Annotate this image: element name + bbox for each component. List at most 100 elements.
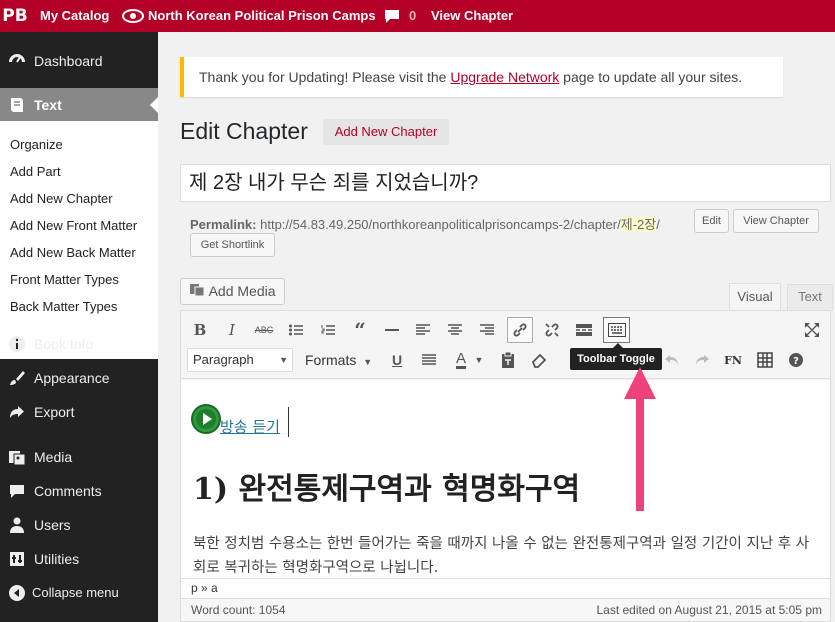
- comments-icon: [8, 474, 26, 508]
- formats-menu[interactable]: Formats ▼: [305, 348, 372, 372]
- insert-link-icon[interactable]: [507, 317, 533, 343]
- menu-export[interactable]: Export: [0, 395, 158, 429]
- submenu-add-part[interactable]: Add Part: [10, 164, 61, 179]
- add-media-label: Add Media: [208, 283, 276, 299]
- chapter-title-input[interactable]: 제 2장 내가 무슨 죄를 지었습니까?: [180, 164, 831, 202]
- align-right-icon[interactable]: [475, 318, 499, 342]
- tab-text[interactable]: Text: [787, 284, 833, 310]
- help-icon[interactable]: ?: [784, 348, 808, 372]
- text-cursor: [288, 407, 289, 437]
- content-heading: 1) 완전통제구역과 혁명화구역: [193, 472, 581, 507]
- text-color-dropdown-icon[interactable]: ▼: [472, 348, 486, 372]
- toolbar-divider: [181, 378, 830, 379]
- eye-icon: [122, 0, 144, 32]
- align-left-icon[interactable]: [411, 318, 435, 342]
- submenu-front-matter-types[interactable]: Front Matter Types: [10, 272, 119, 287]
- fullscreen-icon[interactable]: [800, 318, 824, 342]
- menu-utilities-label: Utilities: [34, 551, 80, 567]
- add-new-chapter-button[interactable]: Add New Chapter: [323, 119, 449, 145]
- page-title: Edit Chapter: [180, 118, 308, 144]
- users-icon: [8, 508, 26, 542]
- strikethrough-icon[interactable]: ABC: [252, 318, 276, 342]
- eraser-icon[interactable]: [527, 348, 551, 372]
- horizontal-line-icon[interactable]: [380, 318, 404, 342]
- paste-as-text-icon[interactable]: [496, 348, 520, 372]
- paragraph-format-select[interactable]: Paragraph ▼: [187, 348, 293, 372]
- menu-users-label: Users: [34, 517, 71, 533]
- read-more-icon[interactable]: [572, 318, 596, 342]
- footnote-icon[interactable]: FN: [721, 348, 745, 372]
- italic-icon[interactable]: I: [220, 318, 244, 342]
- bullet-list-icon[interactable]: [284, 318, 308, 342]
- undo-icon[interactable]: [660, 348, 684, 372]
- permalink-edit-button[interactable]: Edit: [694, 209, 729, 233]
- listen-broadcast-link[interactable]: 방송 듣기: [220, 416, 280, 437]
- play-audio-icon[interactable]: [191, 404, 221, 439]
- admin-sidebar: Dashboard Text Organize Add Part Add New…: [0, 32, 158, 622]
- menu-media[interactable]: Media: [0, 440, 158, 474]
- tab-visual[interactable]: Visual: [729, 283, 781, 311]
- menu-book-info-label: Book Info: [34, 336, 94, 352]
- editor-content[interactable]: 방송 듣기 1) 완전통제구역과 혁명화구역 북한 정치범 수용소는 한번 들어…: [181, 380, 830, 578]
- text-color-icon[interactable]: A: [449, 348, 473, 372]
- add-media-icon: [189, 280, 205, 305]
- collapse-menu-button[interactable]: Collapse menu: [0, 576, 158, 610]
- bold-icon[interactable]: B: [188, 318, 212, 342]
- menu-book-info[interactable]: Book Info: [0, 327, 158, 361]
- book-icon: [8, 88, 26, 122]
- menu-utilities[interactable]: Utilities: [0, 542, 158, 576]
- content-paragraph: 북한 정치범 수용소는 한번 들어가는 죽을 때까지 나올 수 없는 완전통제구…: [193, 536, 810, 576]
- menu-text[interactable]: Text: [0, 88, 158, 122]
- blockquote-icon[interactable]: “: [348, 318, 372, 342]
- chevron-down-icon: ▼: [363, 357, 373, 367]
- numbered-list-icon[interactable]: [316, 318, 340, 342]
- collapse-arrow-icon: [8, 576, 26, 610]
- element-path: p » a: [181, 578, 830, 598]
- word-count: Word count: 1054: [191, 603, 286, 617]
- table-icon[interactable]: [753, 348, 777, 372]
- submenu-add-new-chapter[interactable]: Add New Chapter: [10, 191, 113, 206]
- menu-users[interactable]: Users: [0, 508, 158, 542]
- my-catalog-link[interactable]: My Catalog: [40, 0, 109, 32]
- collapse-menu-label: Collapse menu: [32, 585, 119, 600]
- redo-icon[interactable]: [690, 348, 714, 372]
- book-title-link[interactable]: North Korean Political Prison Camps: [148, 0, 376, 32]
- underline-icon[interactable]: U: [385, 348, 409, 372]
- upgrade-network-link[interactable]: Upgrade Network: [450, 69, 559, 85]
- add-media-button[interactable]: Add Media: [180, 278, 285, 305]
- comments-count[interactable]: 0: [409, 0, 416, 32]
- permalink-end: /: [656, 217, 660, 232]
- menu-dashboard-label: Dashboard: [34, 53, 103, 69]
- media-icon: [8, 440, 26, 474]
- submenu-add-new-front-matter[interactable]: Add New Front Matter: [10, 218, 137, 233]
- chevron-down-icon: ▼: [279, 355, 288, 365]
- paragraph-format-value: Paragraph: [193, 352, 254, 367]
- menu-media-label: Media: [34, 449, 73, 465]
- menu-comments-label: Comments: [34, 483, 102, 499]
- unlink-icon[interactable]: [540, 318, 564, 342]
- text-submenu: Organize Add Part Add New Chapter Add Ne…: [0, 121, 158, 359]
- menu-text-label: Text: [34, 97, 62, 113]
- menu-dashboard[interactable]: Dashboard: [0, 44, 158, 78]
- pressbooks-logo[interactable]: PB: [0, 0, 30, 32]
- comment-icon[interactable]: [384, 0, 400, 32]
- align-center-icon[interactable]: [443, 318, 467, 342]
- permalink-slug[interactable]: 제-2장: [620, 217, 657, 232]
- submenu-back-matter-types[interactable]: Back Matter Types: [10, 299, 117, 314]
- permalink-row: Permalink: http://54.83.49.250/northkore…: [190, 214, 660, 233]
- get-shortlink-button[interactable]: Get Shortlink: [190, 233, 275, 257]
- view-chapter-button[interactable]: View Chapter: [733, 209, 819, 233]
- notice-text-before: Thank you for Updating! Please visit the: [199, 69, 451, 85]
- update-notice: Thank you for Updating! Please visit the…: [180, 57, 783, 97]
- justify-icon[interactable]: [417, 348, 441, 372]
- view-chapter-link[interactable]: View Chapter: [431, 0, 513, 32]
- menu-comments[interactable]: Comments: [0, 474, 158, 508]
- menu-appearance-label: Appearance: [34, 370, 110, 386]
- submenu-add-new-back-matter[interactable]: Add New Back Matter: [10, 245, 136, 260]
- last-edited: Last edited on August 21, 2015 at 5:05 p…: [596, 603, 822, 617]
- paintbrush-icon: [8, 361, 26, 395]
- menu-appearance[interactable]: Appearance: [0, 361, 158, 395]
- formats-menu-label: Formats: [305, 352, 357, 368]
- submenu-organize[interactable]: Organize: [10, 137, 63, 152]
- toolbar-toggle-icon[interactable]: [603, 317, 630, 343]
